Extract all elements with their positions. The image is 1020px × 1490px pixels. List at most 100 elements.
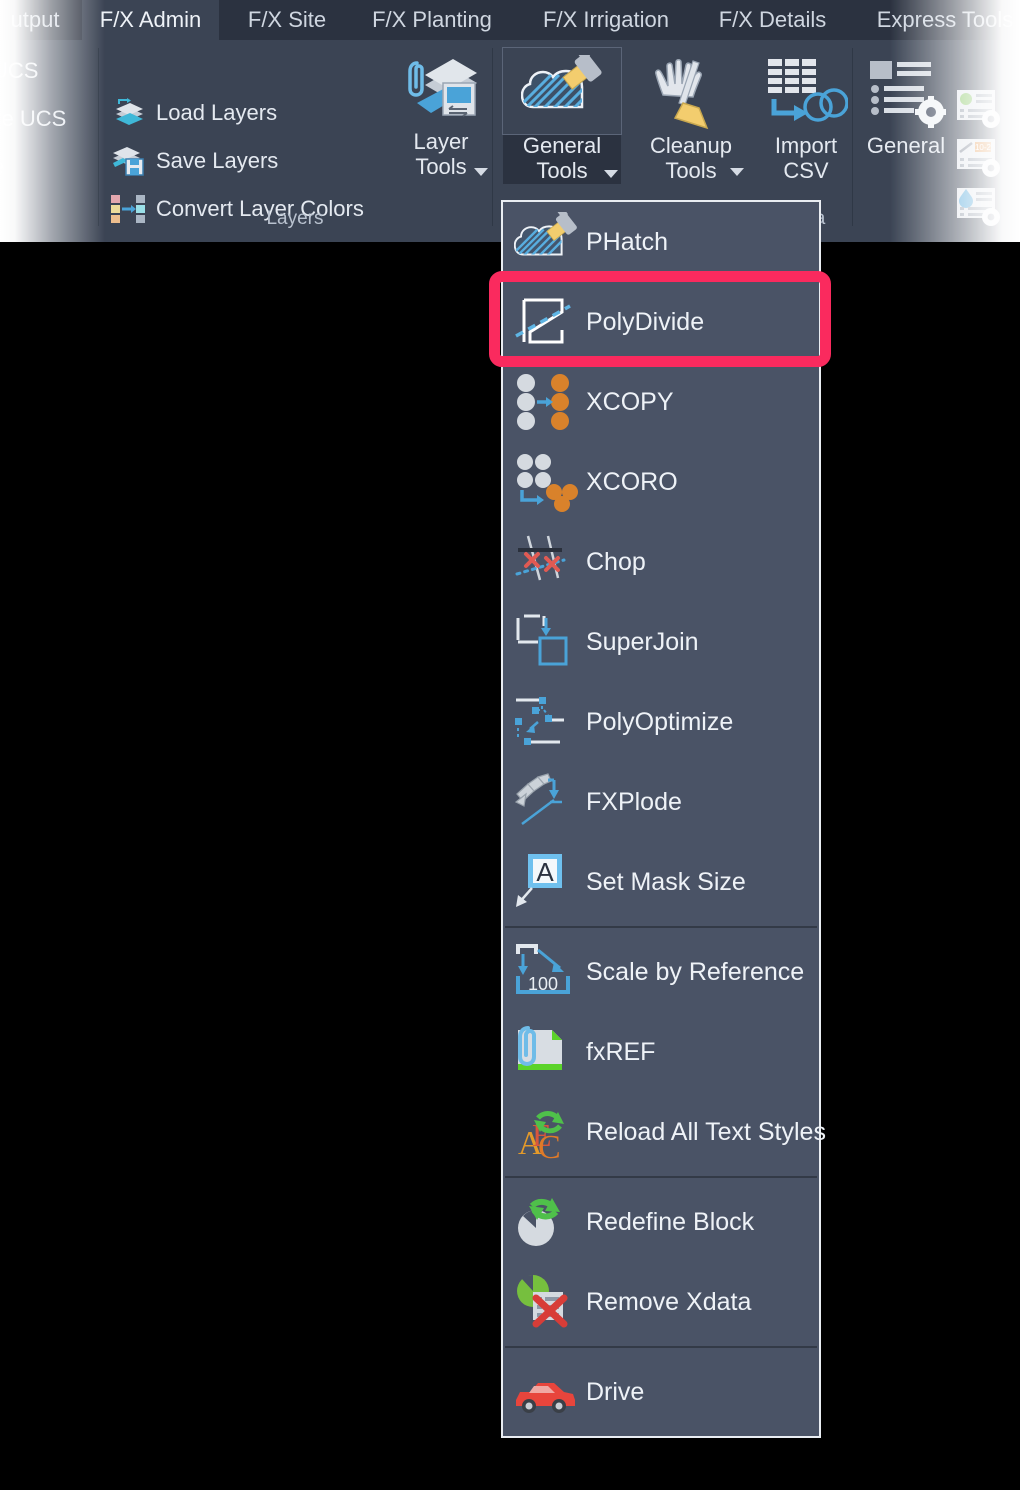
irrigation-preferences-button[interactable] [955, 186, 1003, 233]
general-preferences-icon [860, 52, 952, 134]
fxplode-icon [512, 768, 580, 836]
import-csv-icon [760, 52, 852, 134]
superjoin-icon [512, 608, 580, 676]
menu-item-redefine-block-label: Redefine Block [586, 1207, 755, 1236]
xcopy-icon [512, 368, 580, 436]
cleanup-tools-icon [633, 52, 749, 134]
menu-item-scale-by-reference-label: Scale by Reference [586, 957, 805, 986]
menu-separator-1 [505, 926, 817, 928]
general-tools-label-line1: General [522, 133, 602, 158]
menu-item-xcoro[interactable]: XCORO [503, 442, 819, 522]
convert-layer-colors-icon [110, 194, 146, 224]
layers-panel-title: Layers [266, 208, 324, 229]
layer-tools-chevron-down-icon[interactable] [474, 168, 488, 176]
menu-item-set-mask-size[interactable]: A Set Mask Size [503, 842, 819, 922]
save-layers-label: Save Layers [156, 148, 279, 173]
planting-preferences-button[interactable] [955, 88, 1003, 135]
menu-item-xcopy[interactable]: XCOPY [503, 362, 819, 442]
ribbon-tab-fx-details[interactable]: F/X Details [700, 0, 845, 40]
menu-item-remove-xdata-label: Remove Xdata [586, 1287, 752, 1316]
menu-item-drive-label: Drive [586, 1377, 645, 1406]
svg-text:A: A [536, 857, 554, 887]
ribbon-tab-fx-admin[interactable]: F/X Admin [82, 0, 219, 40]
details-preferences-button[interactable]: 10-2 [955, 137, 1003, 184]
layer-tools-label-line2: Tools [415, 153, 467, 179]
scale-by-reference-icon: 100 [512, 938, 580, 1006]
import-csv-label-line2: CSV [783, 157, 829, 183]
ribbon-tab-output[interactable]: utput [0, 0, 90, 40]
menu-item-set-mask-size-label: Set Mask Size [586, 867, 746, 896]
reload-all-text-styles-icon: A E C [512, 1098, 580, 1166]
fxref-icon [512, 1018, 580, 1086]
menu-item-reload-all-text-styles-label: Reload All Text Styles [586, 1117, 826, 1146]
save-layers-button[interactable]: Save Layers [110, 146, 278, 176]
load-layers-label: Load Layers [156, 100, 278, 125]
menu-item-superjoin-label: SuperJoin [586, 627, 699, 656]
general-tools-chevron-down-icon[interactable] [604, 170, 618, 178]
menu-separator-2 [505, 1176, 817, 1178]
save-layers-icon [110, 146, 146, 176]
irrigation-preferences-icon [957, 188, 1000, 226]
load-layers-button[interactable]: Load Layers [110, 98, 277, 128]
menu-item-redefine-block[interactable]: Redefine Block [503, 1182, 819, 1262]
cleanup-tools-chevron-down-icon[interactable] [730, 168, 744, 176]
layer-tools-icon [398, 52, 484, 130]
menu-item-phatch-label: PHatch [586, 227, 668, 256]
general-tools-dropdown: PHatch PolyDivide XCOPY XCORO Chop Super… [501, 200, 826, 1438]
menu-item-superjoin[interactable]: SuperJoin [503, 602, 819, 682]
menu-item-fxplode-label: FXPlode [586, 787, 682, 816]
svg-text:C: C [538, 1129, 561, 1162]
panel-divider-left [98, 48, 99, 226]
chop-icon [512, 528, 580, 596]
menu-item-fxref-label: fxREF [586, 1037, 656, 1066]
menu-item-drive[interactable]: Drive [503, 1352, 819, 1432]
drive-icon [512, 1358, 580, 1426]
menu-item-chop[interactable]: Chop [503, 522, 819, 602]
panel-divider-layers-tools [492, 48, 493, 226]
planting-preferences-icon [957, 90, 1000, 128]
menu-item-scale-by-reference[interactable]: 100 Scale by Reference [503, 932, 819, 1012]
menu-item-polydivide-label: PolyDivide [586, 307, 705, 336]
menu-item-polyoptimize-label: PolyOptimize [586, 707, 734, 736]
import-csv-label-line1: Import [774, 133, 838, 158]
cleanup-tools-button[interactable]: Cleanup Tools [633, 52, 749, 184]
redefine-block-icon [512, 1188, 580, 1256]
menu-item-phatch[interactable]: PHatch [503, 202, 819, 282]
clipped-ucs-item-3[interactable]: e [0, 154, 4, 180]
xcoro-icon [512, 448, 580, 516]
svg-text:100: 100 [528, 974, 558, 994]
cleanup-tools-label-line1: Cleanup [650, 133, 732, 158]
clipped-ucs-item-2[interactable]: ore UCS [0, 106, 66, 132]
general-tools-icon [502, 47, 622, 135]
menu-item-reload-all-text-styles[interactable]: A E C Reload All Text Styles [503, 1092, 826, 1172]
svg-text:10-2: 10-2 [975, 143, 992, 152]
menu-item-polyoptimize[interactable]: PolyOptimize [503, 682, 819, 762]
details-preferences-icon: 10-2 [957, 139, 1000, 177]
layer-tools-button[interactable]: Layer Tools [398, 52, 488, 180]
menu-item-fxplode[interactable]: FXPlode [503, 762, 819, 842]
ribbon-tab-bar: utput F/X Admin F/X Site F/X Planting F/… [0, 0, 1020, 40]
menu-item-remove-xdata[interactable]: Remove Xdata [503, 1262, 819, 1342]
polyoptimize-icon [512, 688, 580, 756]
phatch-icon [512, 208, 580, 276]
polydivide-icon [512, 288, 580, 356]
ribbon-tab-fx-site[interactable]: F/X Site [228, 0, 346, 40]
ribbon-tab-fx-irrigation[interactable]: F/X Irrigation [521, 0, 691, 40]
layer-tools-label-line1: Layer [413, 129, 469, 154]
menu-separator-3 [505, 1346, 817, 1348]
menu-item-xcoro-label: XCORO [586, 467, 678, 496]
import-csv-button[interactable]: Import CSV [760, 52, 852, 184]
load-layers-icon [110, 98, 146, 128]
remove-xdata-icon [512, 1268, 580, 1336]
set-mask-size-icon: A [512, 848, 580, 916]
general-tools-button[interactable]: General Tools [502, 47, 622, 184]
ribbon-tab-fx-planting[interactable]: F/X Planting [352, 0, 512, 40]
menu-item-xcopy-label: XCOPY [586, 387, 674, 416]
menu-item-fxref[interactable]: fxREF [503, 1012, 819, 1092]
menu-item-polydivide[interactable]: PolyDivide [503, 282, 819, 362]
general-preferences-label: General [866, 133, 946, 158]
clipped-ucs-item-1[interactable]: UCS [0, 58, 38, 84]
panel-divider-tools-right [852, 48, 853, 226]
ribbon-tab-express-tools[interactable]: Express Tools [855, 0, 1020, 40]
general-preferences-button[interactable]: General [860, 52, 952, 159]
